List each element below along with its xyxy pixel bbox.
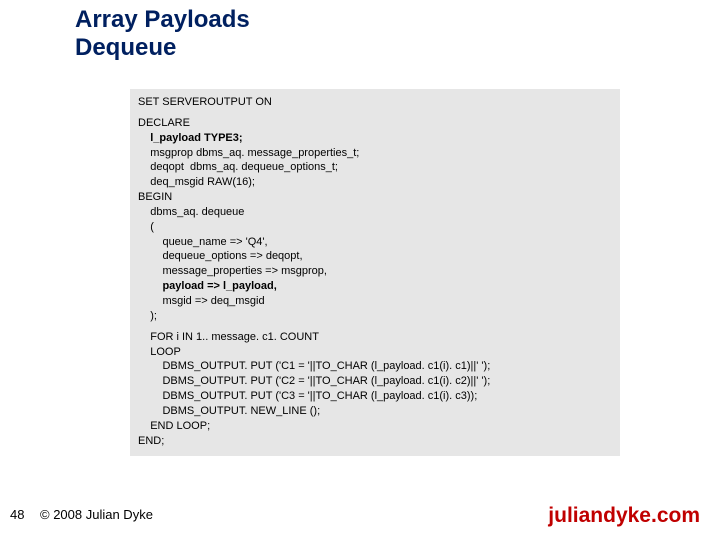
code-line: END; [138, 434, 612, 449]
code-line: deqopt dbms_aq. dequeue_options_t; [138, 160, 612, 175]
code-line: DBMS_OUTPUT. PUT ('C1 = '||TO_CHAR (l_pa… [138, 359, 612, 374]
code-line: BEGIN [138, 190, 612, 205]
code-line: DBMS_OUTPUT. PUT ('C3 = '||TO_CHAR (l_pa… [138, 389, 612, 404]
code-line: payload => l_payload, [138, 279, 612, 294]
site-url: juliandyke.com [548, 504, 700, 528]
code-line: dbms_aq. dequeue [138, 205, 612, 220]
code-line: ( [138, 220, 612, 235]
page-number: 48 [10, 507, 24, 522]
code-line: END LOOP; [138, 419, 612, 434]
code-line: queue_name => 'Q4', [138, 235, 612, 250]
code-line: dequeue_options => deqopt, [138, 249, 612, 264]
code-line: msgprop dbms_aq. message_properties_t; [138, 146, 612, 161]
code-line: DBMS_OUTPUT. PUT ('C2 = '||TO_CHAR (l_pa… [138, 374, 612, 389]
code-line: msgid => deq_msgid [138, 294, 612, 309]
code-line: SET SERVEROUTPUT ON [138, 95, 612, 110]
code-line: DBMS_OUTPUT. NEW_LINE (); [138, 404, 612, 419]
code-line: FOR i IN 1.. message. c1. COUNT [138, 330, 612, 345]
code-line: deq_msgid RAW(16); [138, 175, 612, 190]
code-line: ); [138, 309, 612, 324]
code-line: message_properties => msgprop, [138, 264, 612, 279]
code-line: DECLARE [138, 116, 612, 131]
copyright-text: © 2008 Julian Dyke [40, 507, 153, 522]
slide-title: Array PayloadsDequeue [75, 6, 250, 61]
code-line: l_payload TYPE3; [138, 131, 612, 146]
code-block: SET SERVEROUTPUT ON DECLARE l_payload TY… [130, 89, 620, 456]
code-line: LOOP [138, 345, 612, 360]
